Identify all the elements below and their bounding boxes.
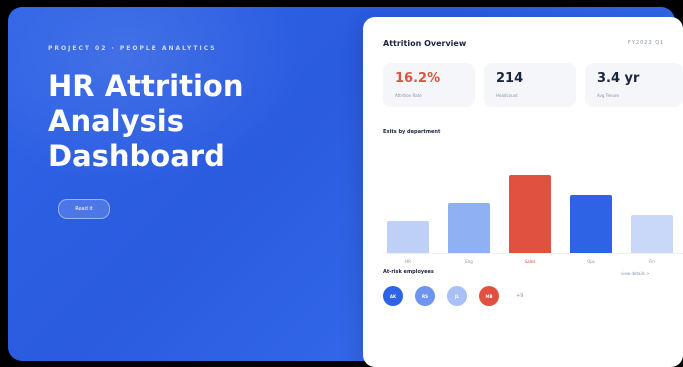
bar-fin[interactable] [631, 215, 673, 253]
risk-title: At-risk employees [383, 269, 434, 275]
read-button[interactable]: Read it [58, 199, 110, 219]
hero-eyebrow: PROJECT 02 · PEOPLE ANALYTICS [48, 45, 217, 52]
chart-axis [383, 253, 683, 254]
avatar[interactable]: JL [447, 286, 467, 306]
kpi-label: Avg Tenure [597, 93, 619, 98]
hero-title: HR Attrition Analysis Dashboard [48, 69, 244, 173]
dashboard-title: Attrition Overview [383, 39, 467, 48]
more-count: +9 [516, 293, 524, 299]
bar-hr[interactable] [387, 221, 429, 253]
kpi-avg-tenure: 3.4 yr Avg Tenure [585, 63, 683, 107]
avatar[interactable]: MB [479, 286, 499, 306]
period-selector[interactable]: FY2023 Q1 [628, 40, 664, 46]
avatar[interactable]: RS [415, 286, 435, 306]
x-tick-label: Eng [465, 259, 473, 264]
kpi-label: Attrition Rate [395, 93, 422, 98]
bar-sales[interactable] [509, 175, 551, 253]
dashboard-card: Attrition Overview FY2023 Q1 16.2% Attri… [363, 17, 683, 367]
x-tick-label: Sales [524, 259, 536, 264]
chart-title: Exits by department [383, 129, 441, 135]
kpi-headcount: 214 Headcount [484, 63, 576, 107]
x-tick-label: Fin [649, 259, 655, 264]
view-details-link[interactable]: view details > [621, 271, 649, 276]
bar-eng[interactable] [448, 203, 490, 253]
kpi-value: 214 [496, 71, 524, 86]
x-tick-label: HR [405, 259, 411, 264]
bar-ops[interactable] [570, 195, 612, 253]
x-tick-label: Ops [587, 259, 595, 264]
kpi-attrition-rate: 16.2% Attrition Rate [383, 63, 475, 107]
kpi-value: 16.2% [395, 71, 441, 86]
kpi-value: 3.4 yr [597, 71, 640, 86]
avatar[interactable]: AK [383, 286, 403, 306]
kpi-label: Headcount [496, 93, 518, 98]
